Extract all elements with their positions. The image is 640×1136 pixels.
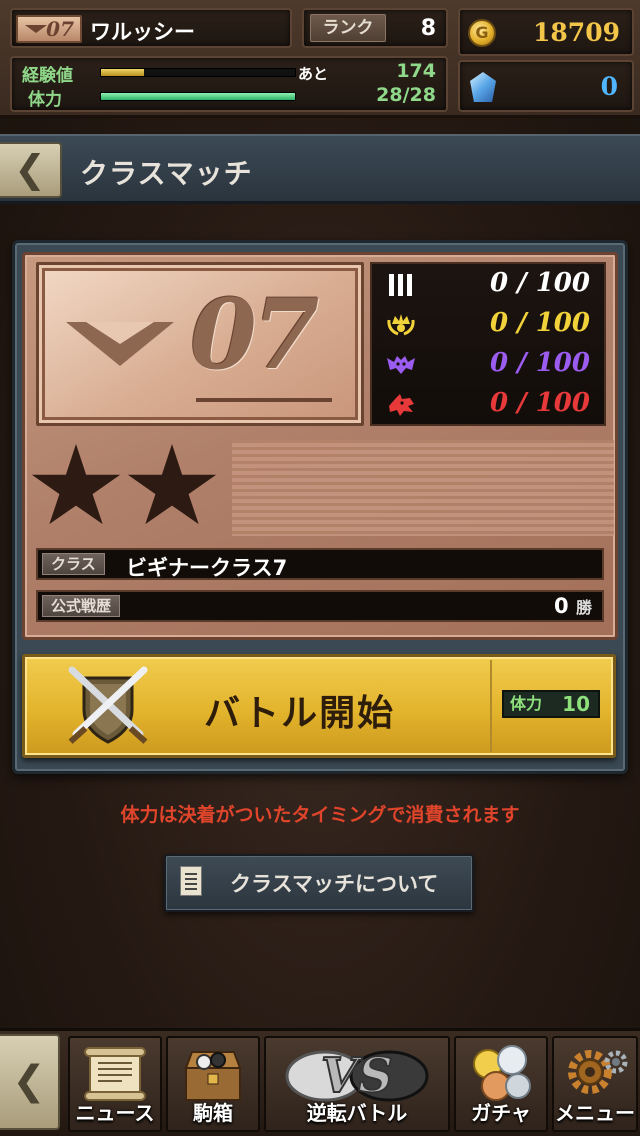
treasure-chest-icon xyxy=(184,1051,242,1101)
page-title: クラスマッチ xyxy=(80,157,253,190)
class-emblem-number: 07 xyxy=(190,278,320,391)
score-row: 0 / 100 xyxy=(372,346,608,386)
exp-remaining-value: 174 xyxy=(396,60,436,82)
class-tag: クラス xyxy=(42,553,105,575)
chevron-left-icon: ❮ xyxy=(14,147,46,191)
stamina-cost: 体力 10 xyxy=(502,690,600,718)
scroll-icon xyxy=(84,1047,146,1101)
wins-count: 0 xyxy=(554,594,569,618)
demon-bat-icon xyxy=(387,356,415,374)
back-button[interactable]: ❮ xyxy=(0,142,62,198)
score-row: 0 / 100 xyxy=(372,386,608,426)
stamina-cost-value: 10 xyxy=(562,692,590,716)
score-row: 0 / 100 xyxy=(372,266,608,306)
score-row: 0 / 100 xyxy=(372,306,608,346)
record-tag: 公式戦歴 xyxy=(42,595,121,617)
exp-bar-fill xyxy=(101,69,144,76)
chevron-rank-icon xyxy=(25,25,47,35)
page-header: ❮ クラスマッチ xyxy=(0,134,640,204)
exp-remaining-label: あと xyxy=(298,65,329,83)
nav-item-gacha[interactable]: ガチャ xyxy=(454,1036,548,1132)
crossed-swords-shield-icon xyxy=(68,666,148,744)
document-icon xyxy=(180,866,202,896)
rank-emblem: 07 xyxy=(16,15,82,43)
nav-label: ニュース xyxy=(75,1101,155,1125)
score-panel: 0 / 100 0 / 100 0 / 100 0 / 100 xyxy=(370,262,606,426)
coins-icon xyxy=(473,1045,531,1101)
card-stripes xyxy=(232,440,614,536)
nav-label: メニュー xyxy=(555,1101,635,1125)
nav-label: 駒箱 xyxy=(193,1101,233,1125)
wins-unit: 勝 xyxy=(575,598,592,617)
stamina-label: 体力 xyxy=(28,90,62,110)
class-name: ビギナークラス7 xyxy=(126,556,288,580)
stamina-bar-fill xyxy=(101,93,295,100)
about-class-match-label: クラスマッチについて xyxy=(230,872,439,896)
nav-item-news[interactable]: ニュース xyxy=(68,1036,162,1132)
rank-value: 8 xyxy=(420,16,436,41)
gold-panel[interactable]: G 18709 xyxy=(458,8,634,56)
player-name: ワルッシー xyxy=(90,20,195,44)
nav-item-piece-box[interactable]: 駒箱 xyxy=(166,1036,260,1132)
gear-icon xyxy=(568,1050,628,1094)
nav-back-button[interactable]: ❮ xyxy=(0,1034,60,1130)
chevron-left-icon: ❮ xyxy=(12,1058,46,1104)
class-emblem-underline xyxy=(196,398,332,402)
record-row: 公式戦歴 0 勝 xyxy=(36,590,604,622)
class-row: クラス ビギナークラス7 xyxy=(36,548,604,580)
nav-label: ガチャ xyxy=(471,1101,531,1125)
exp-label: 経験値 xyxy=(22,66,73,86)
stats-panel: 経験値 あと 174 体力 28/28 xyxy=(10,56,448,112)
nav-item-reversal-battle[interactable]: VS 逆転バトル xyxy=(264,1036,450,1132)
gem-value: 0 xyxy=(600,72,618,101)
stamina-cost-label: 体力 xyxy=(510,694,543,713)
score-text: 0 / 100 xyxy=(490,348,590,378)
class-chevron-inner xyxy=(86,322,154,344)
battle-start-label: バトル開始 xyxy=(204,693,396,734)
stamina-value: 28/28 xyxy=(376,84,436,106)
svg-text:VS: VS xyxy=(321,1048,393,1104)
player-name-panel[interactable]: 07 ワルッシー xyxy=(10,8,292,48)
score-text: 0 / 100 xyxy=(490,308,590,338)
stamina-notice: 体力は決着がついたタイミングで消費されます xyxy=(120,804,520,826)
nav-label: 逆転バトル xyxy=(306,1101,408,1125)
gold-value: 18709 xyxy=(533,18,620,47)
rank-label: ランク xyxy=(310,14,386,42)
rank-panel: ランク 8 xyxy=(302,8,448,48)
stamina-bar xyxy=(100,92,296,101)
crown-laurel-icon xyxy=(387,314,415,336)
wins-value: 0 勝 xyxy=(554,594,592,618)
rank-emblem-number: 07 xyxy=(46,17,74,41)
exp-bar xyxy=(100,68,296,77)
score-text: 0 / 100 xyxy=(490,388,590,418)
gem-panel[interactable]: 0 xyxy=(458,60,634,112)
nav-item-menu[interactable]: メニュー xyxy=(552,1036,638,1132)
dragon-head-icon xyxy=(389,394,414,416)
roman-three-icon xyxy=(389,274,412,296)
gold-coin-icon: G xyxy=(468,19,496,47)
gem-icon xyxy=(470,72,496,102)
score-text: 0 / 100 xyxy=(490,268,590,298)
